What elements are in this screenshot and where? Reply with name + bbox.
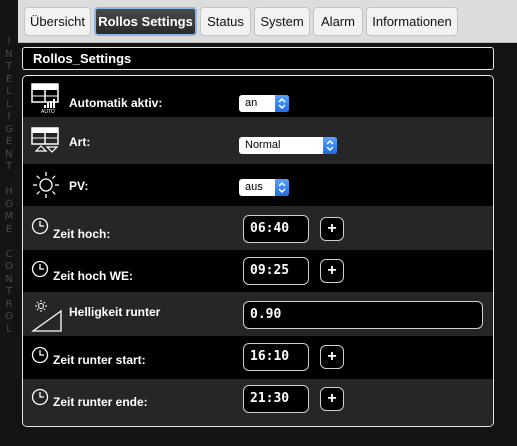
brand-letter: I	[7, 111, 11, 122]
row-zeit-runter-ende: Zeit runter ende: 21:30 +	[23, 379, 493, 426]
automatik-select[interactable]: an	[239, 95, 289, 112]
row-zeit-runter-start: Zeit runter start: 16:10 +	[23, 336, 493, 379]
brand-letter: L	[6, 86, 12, 97]
brand-letter: N	[5, 273, 13, 285]
brand-letter: E	[5, 136, 13, 147]
clock-icon	[31, 346, 49, 369]
zeit-hoch-input[interactable]: 06:40	[243, 215, 309, 243]
tab-uebersicht[interactable]: Übersicht	[24, 7, 91, 36]
zeit-hoch-label: Zeit hoch:	[53, 227, 111, 241]
tab-status[interactable]: Status	[200, 7, 251, 36]
zeit-runter-ende-input[interactable]: 21:30	[243, 385, 309, 413]
tab-system[interactable]: System	[254, 7, 310, 36]
brand-letter: L	[6, 323, 12, 335]
brand-letter: N	[5, 148, 13, 160]
zeit-hoch-we-input[interactable]: 09:25	[243, 257, 309, 285]
brightness-ramp-icon	[30, 297, 65, 338]
row-art: Art: Normal	[23, 117, 493, 164]
brand-letter: E	[5, 73, 13, 85]
row-helligkeit: Helligkeit runter 0.90	[23, 292, 493, 336]
row-pv: PV: aus	[23, 164, 493, 206]
brand-letter: I	[7, 36, 11, 47]
row-zeit-hoch: Zeit hoch: 06:40 +	[23, 206, 493, 250]
brand-letter: T	[5, 161, 13, 172]
art-value: Normal	[245, 139, 281, 151]
zeit-runter-ende-plus-button[interactable]: +	[320, 387, 344, 411]
tab-rollos-settings[interactable]: Rollos Settings	[94, 7, 197, 36]
clock-icon	[31, 260, 49, 283]
clock-icon	[31, 217, 49, 240]
art-label: Art:	[69, 135, 91, 149]
zeit-hoch-we-plus-button[interactable]: +	[320, 259, 344, 283]
select-arrow-icon	[275, 179, 289, 196]
helligkeit-label: Helligkeit runter	[69, 305, 161, 319]
tab-alarm[interactable]: Alarm	[313, 7, 363, 36]
brand-letter: O	[5, 198, 13, 210]
pv-select[interactable]: aus	[239, 179, 289, 196]
brand-letter: M	[4, 211, 14, 222]
row-zeit-hoch-we: Zeit hoch WE: 09:25 +	[23, 250, 493, 292]
automatik-label: Automatik aktiv:	[69, 96, 163, 110]
brand-letter: L	[6, 98, 12, 110]
sun-icon	[31, 170, 61, 205]
brand-letter: G	[5, 123, 13, 135]
tab-bar: Übersicht Rollos Settings Status System …	[18, 0, 517, 43]
zeit-runter-start-label: Zeit runter start:	[53, 353, 146, 367]
zeit-hoch-we-label: Zeit hoch WE:	[53, 269, 133, 283]
brand-letter: N	[5, 48, 13, 60]
zeit-hoch-plus-button[interactable]: +	[320, 217, 344, 241]
row-automatik: AUTO Automatik aktiv: an	[23, 76, 493, 117]
select-arrow-icon	[275, 95, 289, 112]
section-title: Rollos_Settings	[22, 47, 494, 70]
zeit-runter-start-plus-button[interactable]: +	[320, 345, 344, 369]
brand-letter: H	[5, 186, 13, 197]
tab-informationen[interactable]: Informationen	[366, 7, 458, 36]
pv-value: aus	[245, 181, 263, 193]
zeit-runter-ende-label: Zeit runter ende:	[53, 395, 148, 409]
art-select[interactable]: Normal	[239, 137, 337, 154]
settings-panel: AUTO Automatik aktiv: an Art: Normal PV:…	[22, 75, 494, 427]
helligkeit-input[interactable]: 0.90	[243, 301, 483, 329]
vertical-brand-text: INTELLIGENT HOME CONTROL	[2, 36, 16, 436]
auto-badge: AUTO	[41, 109, 55, 115]
pv-label: PV:	[69, 179, 89, 193]
brand-letter: R	[5, 298, 13, 310]
brand-letter: O	[5, 311, 13, 322]
automatik-value: an	[245, 97, 258, 109]
brand-letter: O	[5, 261, 13, 272]
brand-letter: T	[5, 286, 13, 297]
select-arrow-icon	[323, 137, 337, 154]
brand-letter: C	[5, 248, 13, 260]
brand-letter: T	[5, 61, 13, 72]
brand-letter: E	[5, 223, 13, 235]
shutter-updown-icon	[31, 127, 63, 166]
clock-icon	[31, 388, 49, 411]
zeit-runter-start-input[interactable]: 16:10	[243, 343, 309, 371]
